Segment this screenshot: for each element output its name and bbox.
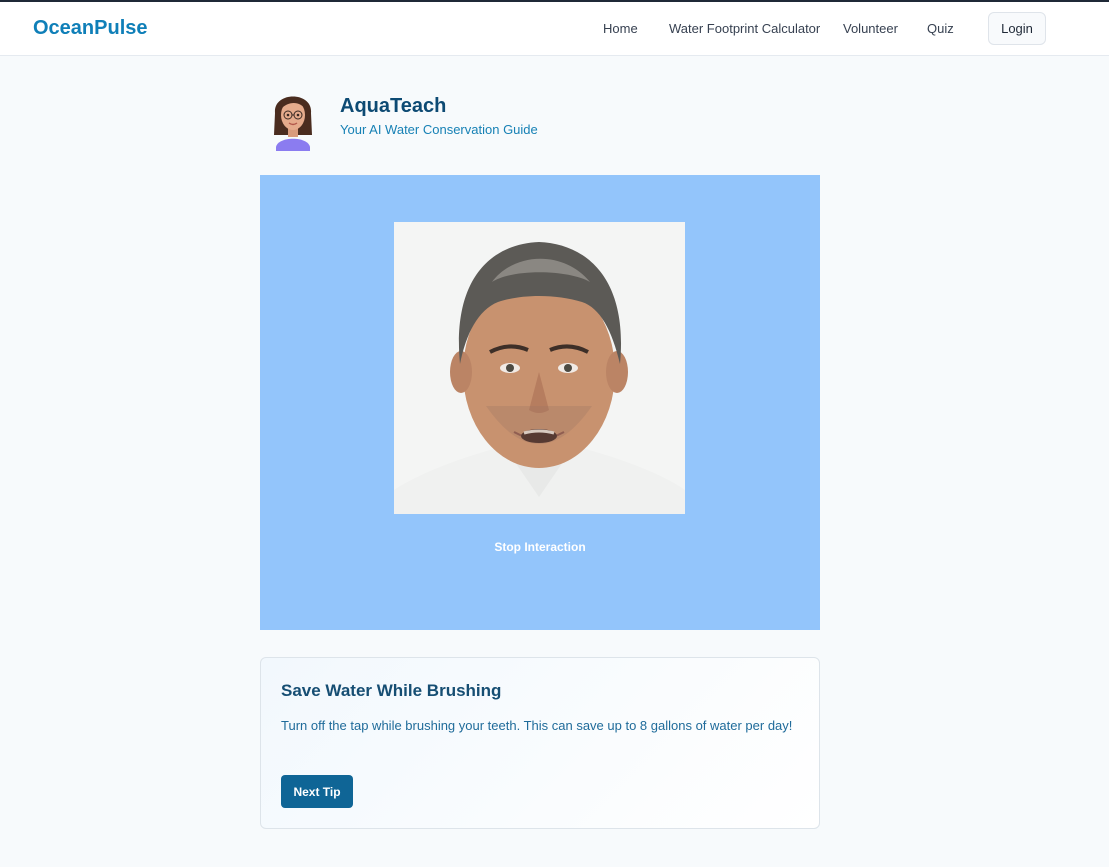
next-tip-button[interactable]: Next Tip [281,775,353,808]
agent-subtitle: Your AI Water Conservation Guide [340,122,538,137]
brand-logo[interactable]: OceanPulse [33,17,148,40]
agent-avatar [270,83,316,151]
tip-card: Save Water While Brushing Turn off the t… [260,657,820,829]
top-navbar: OceanPulse Home Water Footprint Calculat… [0,2,1109,56]
nav-link-quiz[interactable]: Quiz [927,21,954,36]
tip-title: Save Water While Brushing [281,681,502,700]
stop-interaction-button[interactable]: Stop Interaction [260,540,820,554]
login-button[interactable]: Login [988,12,1046,45]
tip-body: Turn off the tap while brushing your tee… [281,718,793,733]
nav-link-volunteer[interactable]: Volunteer [843,21,898,36]
nav-link-water-footprint-calculator[interactable]: Water Footprint Calculator [669,21,820,36]
nav-link-home[interactable]: Home [603,21,638,36]
agent-video-feed [394,222,685,514]
video-call-panel: Stop Interaction [260,175,820,630]
agent-name: AquaTeach [340,95,447,117]
